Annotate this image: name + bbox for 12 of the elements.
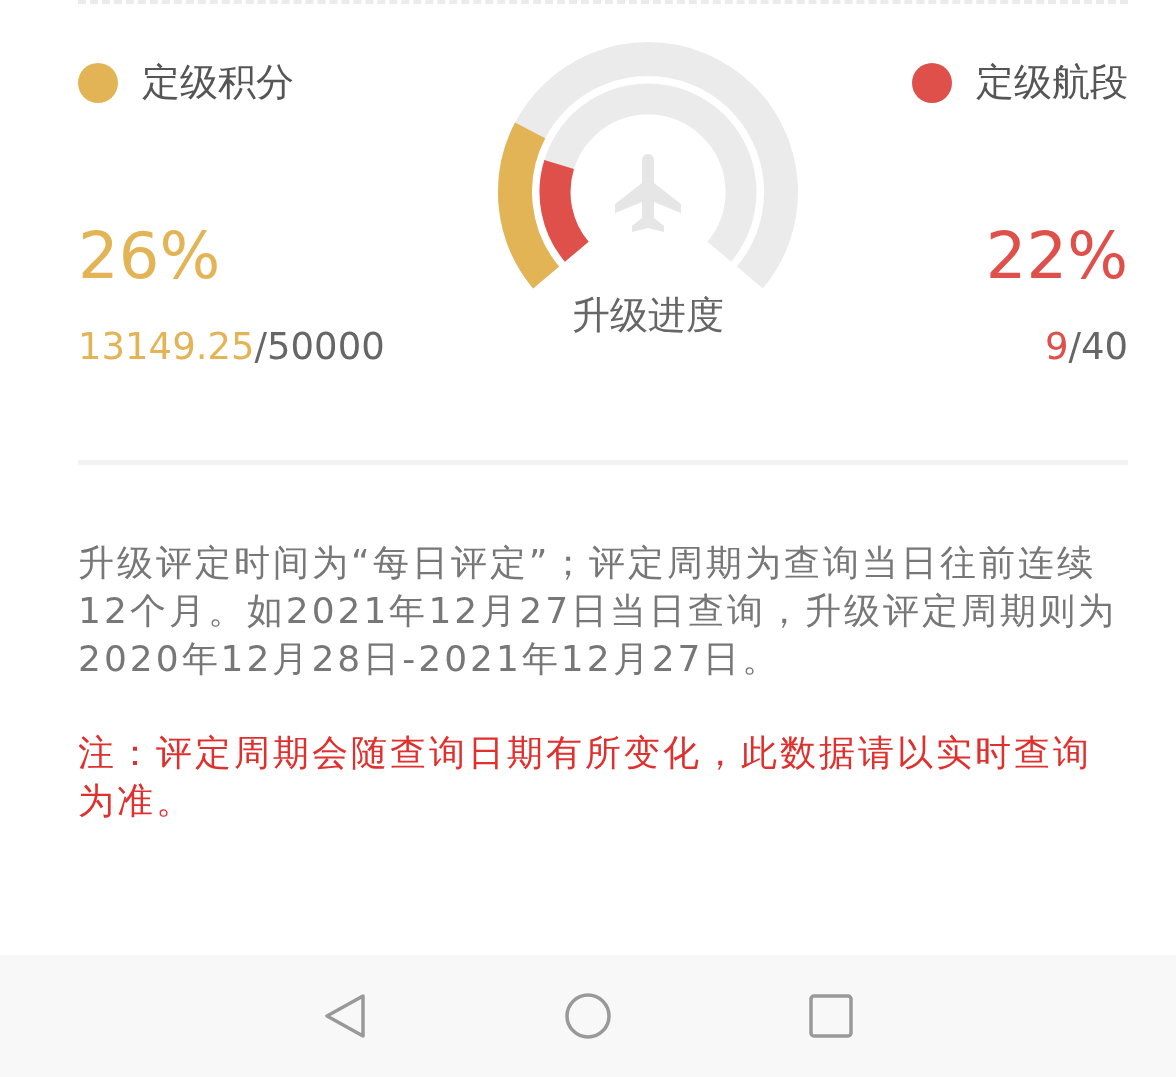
percentage-value: 22% <box>985 223 1128 288</box>
recents-icon[interactable] <box>807 992 855 1040</box>
legend-label: 定级积分 <box>142 60 294 106</box>
progress-count: 9/40 <box>1044 327 1128 365</box>
legend-label: 定级航段 <box>976 60 1128 106</box>
gauge-label: 升级进度 <box>572 296 725 334</box>
description-text: 升级评定时间为“每日评定”；评定周期为查询当日往前连续12个月。如2021年12月27日当日查询，升级评定周期则为2020年12月28日-2021年12月27日。 <box>78 540 1119 681</box>
home-icon[interactable] <box>564 992 612 1040</box>
progress-count: 13149.25/50000 <box>78 327 385 365</box>
airplane-icon <box>615 154 682 232</box>
percentage-value: 26% <box>78 223 221 288</box>
note-text: 注：评定周期会随查询日期有所变化，此数据请以实时查询为准。 <box>78 730 1093 823</box>
